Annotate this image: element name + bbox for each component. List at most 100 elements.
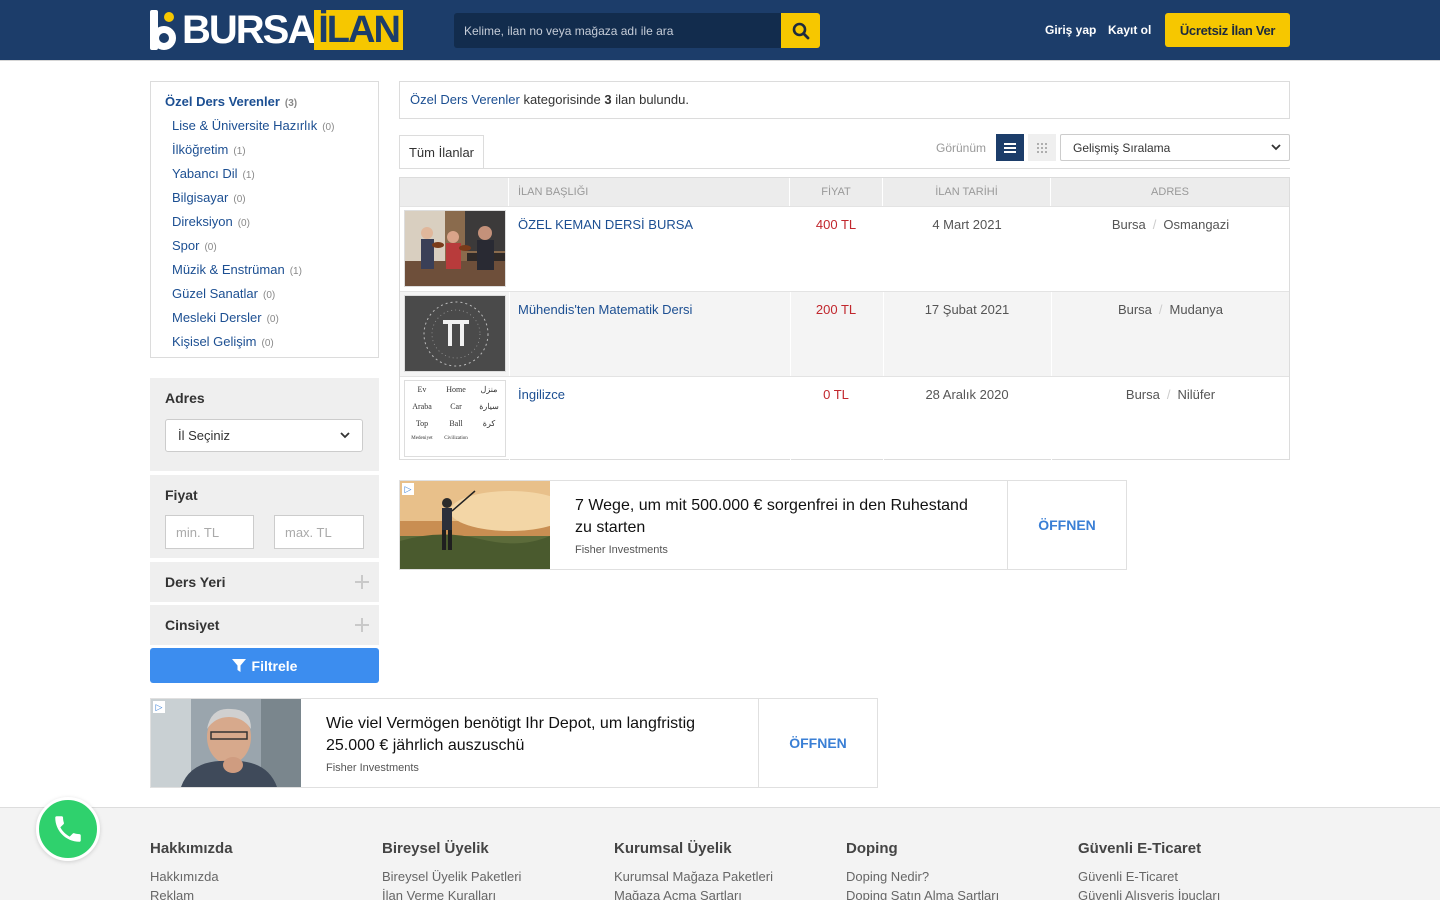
- listing-thumbnail[interactable]: Ev Home منزل Araba Car سيارة Top Ball كر…: [404, 380, 506, 457]
- category-item[interactable]: Güzel Sanatlar (0): [172, 286, 275, 301]
- ad-open-button[interactable]: ÖFFNEN: [1007, 481, 1126, 569]
- category-label: Kişisel Gelişim: [172, 334, 257, 349]
- footer-link[interactable]: Mağaza Açma Şartları: [614, 888, 773, 900]
- expand-plus-icon[interactable]: [355, 618, 369, 632]
- category-main[interactable]: Özel Ders Verenler (3): [165, 94, 297, 109]
- search-button[interactable]: [781, 13, 820, 48]
- col-thumb: [400, 178, 509, 206]
- ad-choices-icon[interactable]: ▷: [402, 483, 414, 495]
- listing-city: Bursa: [1117, 302, 1152, 317]
- login-link[interactable]: Giriş yap: [1045, 23, 1096, 37]
- price-max-input[interactable]: max. TL: [274, 515, 364, 549]
- advertisement[interactable]: ▷ 7 Wege, um mit 500.000 € sorgenfrei in…: [399, 480, 1127, 570]
- category-label: Spor: [172, 238, 200, 253]
- sort-select[interactable]: Gelişmiş Sıralama: [1060, 134, 1290, 161]
- footer-heading: Bireysel Üyelik: [382, 840, 489, 857]
- tab-divider: [399, 168, 1290, 169]
- category-item[interactable]: İlköğretim (1): [172, 142, 246, 157]
- table-row[interactable]: Ev Home منزل Araba Car سيارة Top Ball كر…: [400, 376, 1289, 462]
- table-row[interactable]: Mühendis'ten Matematik Dersi 200 TL 17 Ş…: [400, 291, 1289, 377]
- category-label: Müzik & Enstrüman: [172, 262, 285, 277]
- results-category-link[interactable]: Özel Ders Verenler: [410, 92, 520, 107]
- vocab-word: Car: [450, 402, 462, 411]
- results-info: Özel Ders Verenler kategorisinde 3 ilan …: [399, 81, 1290, 119]
- gender-title: Cinsiyet: [165, 617, 220, 633]
- gender-filter[interactable]: Cinsiyet: [150, 605, 379, 645]
- expand-plus-icon[interactable]: [355, 575, 369, 589]
- footer-link[interactable]: Kurumsal Mağaza Paketleri: [614, 869, 773, 884]
- price-min-input[interactable]: min. TL: [165, 515, 254, 549]
- listing-district: Osmangazi: [1163, 217, 1230, 232]
- vocab-word: Ball: [449, 419, 463, 428]
- site-logo[interactable]: BURSA İLAN: [150, 10, 403, 50]
- listing-thumbnail[interactable]: [404, 295, 506, 372]
- vocab-word: Civilization: [444, 436, 468, 441]
- category-label: İlköğretim: [172, 142, 229, 157]
- vocab-word: Home: [446, 385, 466, 394]
- listing-district: Mudanya: [1169, 302, 1224, 317]
- footer-heading: Hakkımızda: [150, 840, 233, 857]
- listings-table: İLAN BAŞLIĞI FİYAT İLAN TARİHİ ADRES ÖZE…: [399, 177, 1290, 462]
- category-main-label: Özel Ders Verenler: [165, 94, 280, 109]
- footer-link[interactable]: İlan Verme Kuralları: [382, 888, 521, 900]
- category-item[interactable]: Spor (0): [172, 238, 217, 253]
- listing-city: Bursa: [1111, 217, 1146, 232]
- filter-icon: [231, 658, 246, 672]
- whatsapp-button[interactable]: [36, 797, 100, 861]
- col-price: FİYAT: [790, 178, 883, 206]
- grid-view-button[interactable]: [1028, 134, 1056, 161]
- results-count: 3: [604, 92, 612, 107]
- category-list: Özel Ders Verenler (3) Lise & Üniversite …: [150, 81, 379, 358]
- footer-column: Güvenli E-Ticaret Güvenli E-Ticaret Güve…: [1078, 840, 1220, 900]
- ad-open-button[interactable]: ÖFFNEN: [758, 699, 877, 787]
- sort-select-value: Gelişmiş Sıralama: [1073, 140, 1171, 155]
- category-count: (0): [237, 218, 250, 229]
- category-item[interactable]: Bilgisayar (0): [172, 190, 246, 205]
- listing-title-link[interactable]: İngilizce: [518, 387, 565, 402]
- ad-headline: 7 Wege, um mit 500.000 € sorgenfrei in d…: [575, 497, 968, 536]
- city-select[interactable]: İl Seçiniz: [165, 419, 363, 452]
- filter-button[interactable]: Filtrele: [150, 648, 379, 683]
- vocab-word: Ev: [417, 385, 427, 394]
- advertisement[interactable]: ▷ Wie viel Vermögen benötigt Ihr Depot, …: [150, 698, 878, 788]
- category-count: (0): [322, 122, 335, 133]
- lesson-place-filter[interactable]: Ders Yeri: [150, 562, 379, 602]
- address-separator: /: [1166, 387, 1171, 402]
- listing-title-link[interactable]: ÖZEL KEMAN DERSİ BURSA: [518, 217, 693, 232]
- violin-lesson-photo: [405, 211, 505, 286]
- category-item[interactable]: Direksiyon (0): [172, 214, 250, 229]
- footer-link[interactable]: Doping Nedir?: [846, 869, 999, 884]
- footer-link[interactable]: Reklam: [150, 888, 233, 900]
- category-item[interactable]: Yabancı Dil (1): [172, 166, 255, 181]
- list-view-button[interactable]: [996, 134, 1024, 161]
- post-free-ad-button[interactable]: Ücretsiz İlan Ver: [1165, 13, 1290, 47]
- vocab-word: منزل: [480, 385, 498, 394]
- listing-title-link[interactable]: Mühendis'ten Matematik Dersi: [518, 302, 692, 317]
- footer-link[interactable]: Güvenli Alışveriş İpuçları: [1078, 888, 1220, 900]
- tab-all-listings[interactable]: Tüm İlanlar: [399, 135, 484, 169]
- table-header: İLAN BAŞLIĞI FİYAT İLAN TARİHİ ADRES: [400, 178, 1289, 206]
- category-item[interactable]: Müzik & Enstrüman (1): [172, 262, 302, 277]
- register-link[interactable]: Kayıt ol: [1108, 23, 1151, 37]
- table-row[interactable]: ÖZEL KEMAN DERSİ BURSA 400 TL 4 Mart 202…: [400, 206, 1289, 292]
- listing-thumbnail[interactable]: [404, 210, 506, 287]
- footer-link[interactable]: Doping Satın Alma Şartları: [846, 888, 999, 900]
- ad-choices-icon[interactable]: ▷: [153, 701, 165, 713]
- price-filter: Fiyat min. TL max. TL: [150, 475, 379, 558]
- chevron-down-icon: [340, 432, 350, 439]
- price-filter-title: Fiyat: [165, 487, 198, 503]
- footer-link[interactable]: Hakkımızda: [150, 869, 233, 884]
- category-count: (0): [266, 314, 279, 325]
- footer-link[interactable]: Bireysel Üyelik Paketleri: [382, 869, 521, 884]
- category-item[interactable]: Lise & Üniversite Hazırlık (0): [172, 118, 334, 133]
- search-input[interactable]: [454, 13, 781, 48]
- site-header: BURSA İLAN Giriş yap Kayıt ol Ücretsiz İ…: [0, 0, 1440, 61]
- category-item[interactable]: Mesleki Dersler (0): [172, 310, 279, 325]
- category-item[interactable]: Kişisel Gelişim (0): [172, 334, 274, 349]
- filter-button-label: Filtrele: [251, 657, 298, 674]
- footer-column: Kurumsal Üyelik Kurumsal Mağaza Paketler…: [614, 840, 773, 900]
- col-title: İLAN BAŞLIĞI: [509, 178, 790, 206]
- listing-date: 17 Şubat 2021: [924, 302, 1010, 317]
- listing-district: Nilüfer: [1177, 387, 1216, 402]
- footer-link[interactable]: Güvenli E-Ticaret: [1078, 869, 1220, 884]
